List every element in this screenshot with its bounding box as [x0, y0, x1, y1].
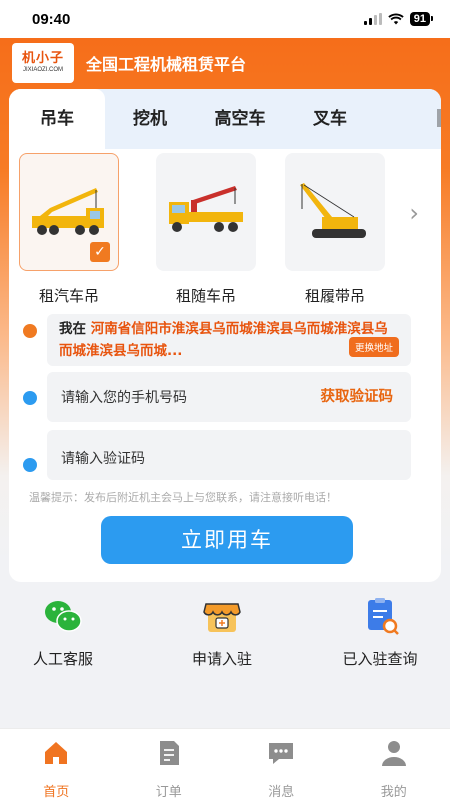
phone-dot: [23, 391, 37, 405]
truck-mounted-crane-image: [156, 153, 256, 271]
address-value: 河南省信阳市淮滨县乌而城淮滨县乌而城淮滨县乌而城淮滨县乌而城...: [59, 321, 388, 359]
service-label: 已入驻查询: [342, 650, 418, 668]
category-tabs: 吊车 挖机 高空车 叉车: [9, 89, 441, 149]
machine-label: 租随车吊: [175, 287, 236, 305]
rental-card: 吊车 挖机 高空车 叉车 ✓ 租汽车吊 租随车吊 租履带吊 › 我在 河南省信阳…: [9, 89, 441, 582]
machine-options: ✓ 租汽车吊 租随车吊 租履带吊 ›: [9, 149, 441, 309]
crawler-crane-image: [285, 153, 385, 271]
machine-truck-mounted-crane[interactable]: 租随车吊: [156, 153, 256, 306]
logo-domain: JIXIAOZI.COM: [22, 67, 63, 73]
home-icon: [45, 742, 68, 764]
chevron-right-icon[interactable]: ›: [409, 199, 419, 227]
tab-excavator[interactable]: 挖机: [105, 89, 195, 149]
tab-label: 首页: [43, 785, 70, 800]
code-field[interactable]: 请输入验证码: [47, 430, 411, 480]
code-dot: [23, 458, 37, 472]
service-shortcuts: 人工客服 申请入驻 已入驻查询: [0, 596, 450, 676]
apply-join-item[interactable]: 申请入驻: [162, 596, 282, 669]
page-title: 全国工程机械租赁平台: [86, 55, 247, 74]
signal-icon: [363, 13, 382, 25]
tab-messages[interactable]: 消息: [225, 729, 338, 800]
tab-crane[interactable]: 吊车: [9, 89, 105, 149]
address-field[interactable]: 我在 河南省信阳市淮滨县乌而城淮滨县乌而城淮滨县乌而城淮滨县乌而城... 更换地…: [47, 314, 411, 366]
service-label: 申请入驻: [191, 650, 252, 668]
search-document-icon: [368, 598, 399, 635]
status-time: 09:40: [32, 10, 71, 28]
service-label: 人工客服: [32, 650, 93, 668]
shop-icon: [203, 603, 241, 632]
tip-text: 温馨提示：发布后附近机主会马上与您联系，请注意接听电话！: [29, 491, 337, 504]
order-icon: [159, 741, 179, 765]
tabs-overflow-indicator: [437, 109, 441, 127]
battery-icon: 91: [409, 12, 434, 26]
address-dot: [23, 324, 37, 338]
user-icon: [381, 741, 406, 766]
change-address-button[interactable]: 更换地址: [348, 337, 399, 357]
message-icon: [269, 743, 294, 764]
status-icons: 91: [363, 12, 434, 26]
phone-input[interactable]: 请输入您的手机号码: [47, 390, 187, 406]
bottom-tab-bar: 首页 订单 消息 我的: [0, 728, 450, 800]
selected-check-icon: ✓: [90, 242, 110, 262]
logo-text: 机小子: [21, 51, 64, 66]
app-logo: 机小子 JIXIAOZI.COM: [12, 43, 74, 83]
tab-forklift[interactable]: 叉车: [285, 89, 375, 149]
status-bar: 09:40 91: [0, 0, 450, 38]
tab-orders[interactable]: 订单: [113, 729, 226, 800]
tab-label: 消息: [268, 785, 295, 800]
tab-profile[interactable]: 我的: [338, 729, 450, 800]
truck-crane-image: ✓: [19, 153, 119, 271]
code-input[interactable]: 请输入验证码: [47, 451, 145, 467]
submit-button[interactable]: 立即用车: [101, 516, 353, 564]
app-header: 机小子 JIXIAOZI.COM 全国工程机械租赁平台: [0, 38, 450, 88]
tab-aerial-platform[interactable]: 高空车: [195, 89, 285, 149]
machine-label: 租履带吊: [304, 287, 365, 305]
wifi-icon: [388, 13, 404, 25]
wechat-icon: [45, 601, 82, 632]
phone-field[interactable]: 请输入您的手机号码 获取验证码: [47, 372, 411, 422]
customer-service-item[interactable]: 人工客服: [3, 596, 123, 669]
machine-truck-crane[interactable]: ✓ 租汽车吊: [19, 153, 119, 306]
address-prefix: 我在: [59, 321, 86, 337]
tab-label: 订单: [155, 785, 182, 800]
get-code-button[interactable]: 获取验证码: [321, 372, 394, 422]
tab-home[interactable]: 首页: [0, 729, 113, 800]
machine-crawler-crane[interactable]: 租履带吊: [285, 153, 385, 306]
joined-query-item[interactable]: 已入驻查询: [320, 596, 440, 669]
tab-label: 我的: [380, 785, 407, 800]
machine-label: 租汽车吊: [38, 287, 99, 305]
